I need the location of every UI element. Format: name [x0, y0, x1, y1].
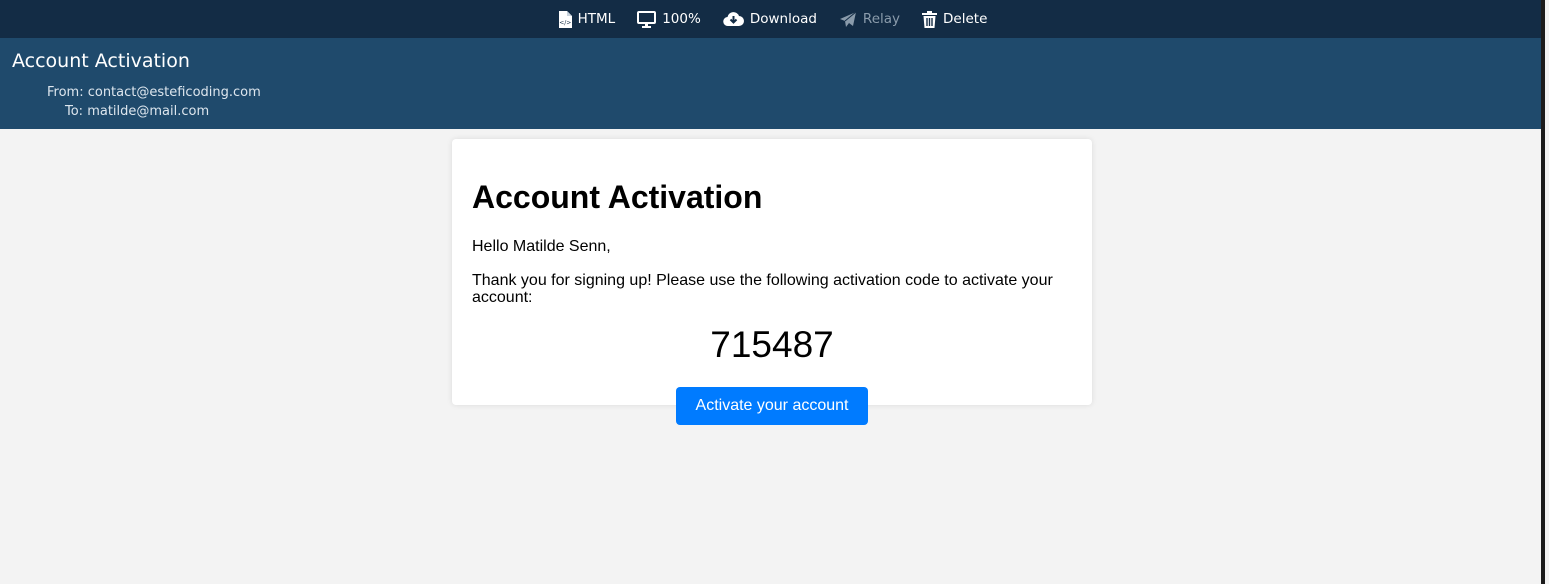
zoom-label: 100% — [662, 11, 701, 27]
toolbar: </> HTML 100% Download Relay Delete — [0, 0, 1545, 38]
email-to: To: matilde@mail.com — [65, 104, 210, 119]
html-file-icon: </> — [558, 10, 572, 28]
relay-button[interactable]: Relay — [839, 11, 900, 28]
email-header: Account Activation From: contact@estefic… — [0, 38, 1545, 129]
email-viewer: </> HTML 100% Download Relay Delete Acco… — [0, 0, 1545, 584]
relay-label: Relay — [862, 11, 901, 27]
email-subject: Account Activation — [12, 50, 190, 72]
download-button[interactable]: Download — [723, 11, 817, 27]
html-label: HTML — [577, 11, 616, 27]
email-greeting: Hello Matilde Senn, — [472, 238, 611, 255]
cloud-download-icon — [723, 11, 744, 27]
email-message: Thank you for signing up! Please use the… — [472, 272, 1053, 306]
html-button[interactable]: </> HTML — [558, 10, 616, 28]
email-from: From: contact@esteficoding.com — [47, 85, 261, 100]
email-preview-area: Account Activation Hello Matilde Senn, T… — [0, 129, 1545, 584]
delete-label: Delete — [943, 11, 988, 27]
window-border — [1541, 0, 1545, 584]
download-label: Download — [749, 11, 817, 27]
email-card: Account Activation Hello Matilde Senn, T… — [452, 139, 1092, 425]
trash-icon — [922, 10, 938, 28]
email-heading: Account Activation — [472, 179, 763, 215]
monitor-icon — [637, 10, 657, 28]
activation-code: 715487 — [710, 324, 834, 365]
svg-text:</>: </> — [559, 19, 571, 26]
zoom-button[interactable]: 100% — [637, 10, 701, 28]
delete-button[interactable]: Delete — [922, 10, 988, 28]
activate-account-button[interactable]: Activate your account — [676, 387, 868, 425]
send-icon — [839, 11, 857, 28]
